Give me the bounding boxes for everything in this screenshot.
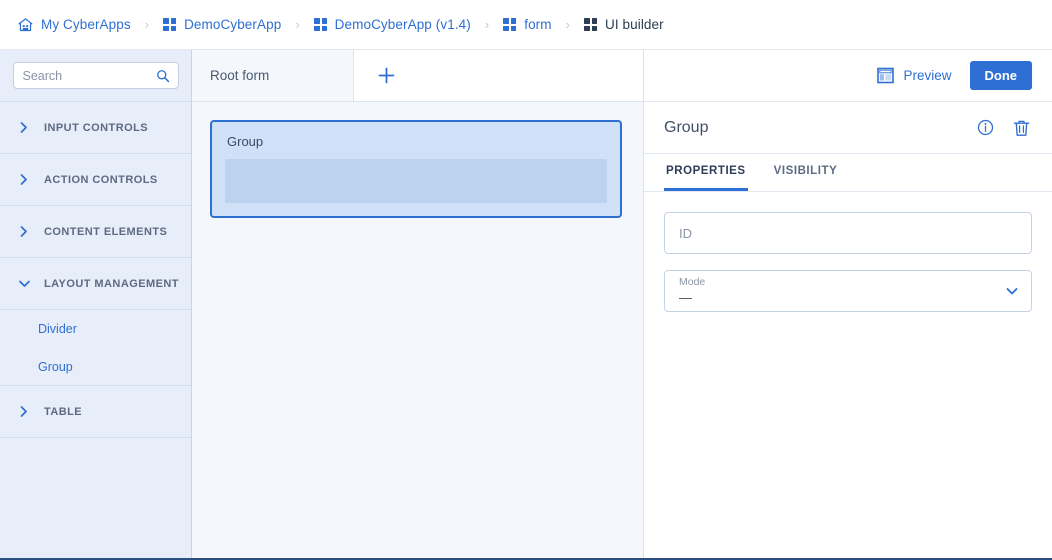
properties-panel: Preview Done Group PROPERTIES VISIBILITY… — [644, 50, 1052, 558]
chevron-right-icon — [18, 122, 30, 134]
grid-icon — [583, 18, 597, 31]
sidebar-item-label: Group — [38, 359, 73, 374]
tab-properties[interactable]: PROPERTIES — [664, 154, 748, 191]
sidebar-section-label: TABLE — [44, 405, 83, 418]
tab-label: PROPERTIES — [666, 165, 746, 177]
breadcrumb-item-form[interactable]: form — [503, 17, 552, 32]
breadcrumb-item-label: UI builder — [604, 17, 664, 32]
sidebar-section-content-elements[interactable]: CONTENT ELEMENTS — [0, 206, 191, 258]
home-icon — [18, 17, 33, 31]
id-field[interactable]: ID — [664, 212, 1032, 254]
search-box[interactable] — [12, 62, 179, 89]
sidebar-section-layout-management[interactable]: LAYOUT MANAGEMENT — [0, 258, 191, 310]
breadcrumb-item-label: DemoCyberApp — [184, 17, 282, 32]
info-circle-icon — [977, 119, 993, 136]
chevron-right-icon — [18, 406, 30, 418]
panel-action-bar: Preview Done — [644, 50, 1052, 102]
tab-label: VISIBILITY — [773, 165, 838, 177]
done-button[interactable]: Done — [969, 61, 1032, 90]
breadcrumb-separator: › — [565, 17, 570, 32]
id-field-placeholder: ID — [679, 225, 692, 241]
search-input[interactable] — [13, 63, 178, 88]
breadcrumb-separator: › — [484, 17, 490, 32]
sidebar-section-table[interactable]: TABLE — [0, 386, 191, 438]
sidebar-item-group[interactable]: Group — [0, 348, 191, 386]
info-button[interactable] — [974, 117, 996, 139]
tab-root-form[interactable]: Root form — [192, 50, 354, 101]
add-tab-button[interactable] — [354, 50, 643, 101]
canvas-component-group[interactable]: Group — [210, 120, 622, 218]
tab-visibility[interactable]: VISIBILITY — [772, 154, 840, 191]
breadcrumb-separator: › — [144, 17, 150, 32]
component-palette-sidebar: INPUT CONTROLS ACTION CONTROLS CONTENT E… — [0, 50, 192, 558]
sidebar-section-label: INPUT CONTROLS — [44, 121, 149, 134]
breadcrumb-item-label: DemoCyberApp (v1.4) — [334, 17, 471, 32]
sidebar-section-input-controls[interactable]: INPUT CONTROLS — [0, 102, 191, 154]
ui-builder-app: My CyberApps › DemoCyberApp › DemoCyberA… — [0, 0, 1052, 560]
panel-form: ID Mode — — [644, 192, 1052, 558]
preview-button[interactable]: Preview — [875, 63, 953, 88]
breadcrumb-separator: › — [295, 17, 300, 32]
mode-select-value: — — [679, 290, 692, 305]
panel-header: Group — [644, 102, 1052, 154]
chevron-down-icon — [18, 278, 30, 290]
canvas-component-title: Group — [227, 134, 264, 149]
sidebar-section-label: LAYOUT MANAGEMENT — [44, 277, 179, 290]
mode-select[interactable]: Mode — — [664, 270, 1032, 312]
panel-title: Group — [664, 118, 709, 136]
chevron-down-icon — [1006, 288, 1018, 295]
breadcrumb-item-democyberapp-v14[interactable]: DemoCyberApp (v1.4) — [313, 17, 471, 32]
canvas-surface[interactable]: Group — [192, 102, 643, 558]
search-container — [0, 50, 191, 102]
plus-icon — [378, 67, 395, 84]
breadcrumb-item-ui-builder: UI builder — [583, 17, 664, 32]
mode-select-label: Mode — [679, 276, 706, 288]
layout-preview-icon — [877, 67, 895, 84]
sidebar-item-divider[interactable]: Divider — [0, 310, 191, 348]
breadcrumb-item-my-cyberapps[interactable]: My CyberApps — [18, 17, 131, 32]
form-canvas-area: Root form Group — [192, 50, 644, 558]
panel-tabs: PROPERTIES VISIBILITY — [644, 154, 1052, 192]
main-body: INPUT CONTROLS ACTION CONTROLS CONTENT E… — [0, 50, 1052, 558]
sidebar-section-label: CONTENT ELEMENTS — [44, 225, 168, 238]
trash-icon — [1013, 120, 1029, 136]
canvas-component-dropzone[interactable] — [225, 159, 607, 203]
breadcrumb-item-label: My CyberApps — [41, 17, 131, 32]
sidebar-item-label: Divider — [38, 322, 77, 336]
grid-icon — [503, 18, 517, 31]
chevron-right-icon — [18, 174, 30, 186]
preview-button-label: Preview — [903, 68, 952, 83]
delete-button[interactable] — [1010, 117, 1032, 139]
chevron-right-icon — [18, 226, 30, 238]
sidebar-section-action-controls[interactable]: ACTION CONTROLS — [0, 154, 191, 206]
grid-icon — [163, 18, 177, 31]
breadcrumb-item-label: form — [524, 17, 552, 32]
breadcrumb: My CyberApps › DemoCyberApp › DemoCyberA… — [0, 0, 1052, 50]
grid-icon — [313, 18, 327, 31]
breadcrumb-item-democyberapp[interactable]: DemoCyberApp — [163, 17, 281, 32]
canvas-tab-strip: Root form — [192, 50, 643, 102]
tab-label: Root form — [210, 68, 270, 83]
sidebar-empty-space — [0, 438, 191, 558]
sidebar-section-label: ACTION CONTROLS — [44, 173, 158, 186]
